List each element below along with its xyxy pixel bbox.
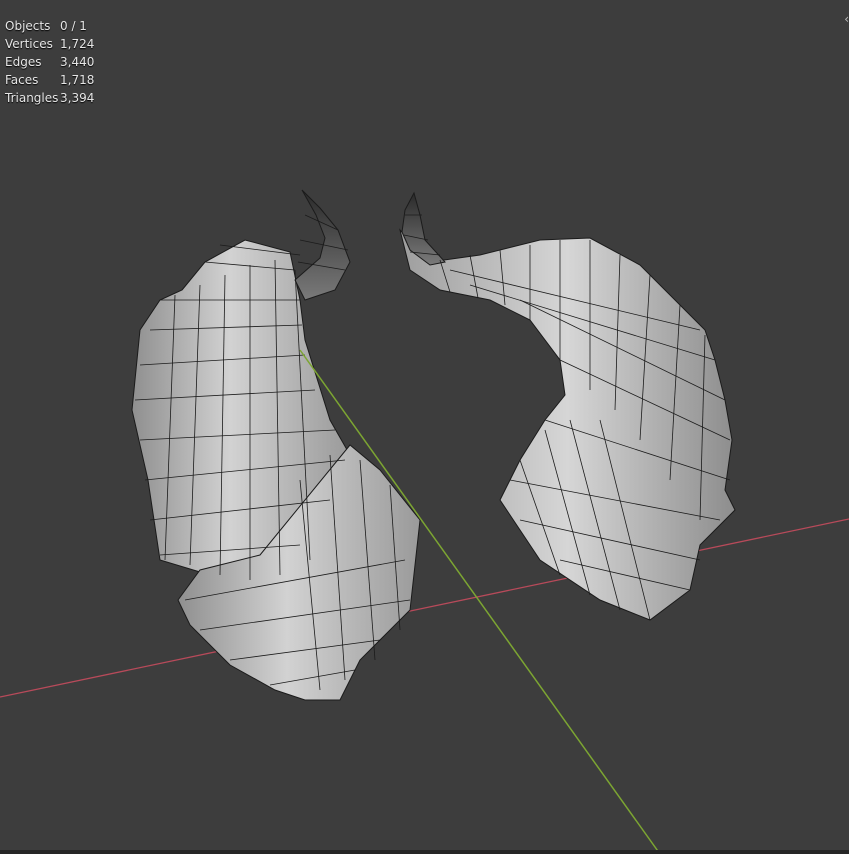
right-horn-mesh: [399, 191, 736, 621]
stat-label: Objects: [5, 19, 51, 33]
stat-label: Faces: [5, 73, 39, 87]
scene-canvas: [0, 189, 849, 854]
stat-label: Edges: [5, 55, 42, 69]
stat-label: Vertices: [5, 37, 53, 51]
stat-label: Triangles: [5, 91, 59, 105]
stat-value: 3,394: [60, 91, 95, 105]
stat-value: 0 / 1: [60, 19, 87, 33]
stat-value: 1,724: [60, 37, 95, 51]
x-axis-line: [0, 518, 849, 698]
viewport-bottom-border: [0, 850, 849, 854]
stat-row-edges: Edges 3,440: [5, 53, 94, 71]
3d-viewport[interactable]: Objects 0 / 1 Vertices 1,724 Edges 3,440…: [0, 0, 849, 854]
stat-value: 3,440: [60, 55, 95, 69]
stat-row-objects: Objects 0 / 1: [5, 17, 94, 35]
chevron-left-icon[interactable]: ‹: [844, 12, 849, 26]
stat-row-vertices: Vertices 1,724: [5, 35, 94, 53]
stat-value: 1,718: [60, 73, 95, 87]
stat-row-faces: Faces 1,718: [5, 71, 94, 89]
left-horn-mesh: [131, 189, 421, 701]
scene-statistics-overlay: Objects 0 / 1 Vertices 1,724 Edges 3,440…: [5, 17, 94, 107]
stat-row-triangles: Triangles 3,394: [5, 89, 94, 107]
